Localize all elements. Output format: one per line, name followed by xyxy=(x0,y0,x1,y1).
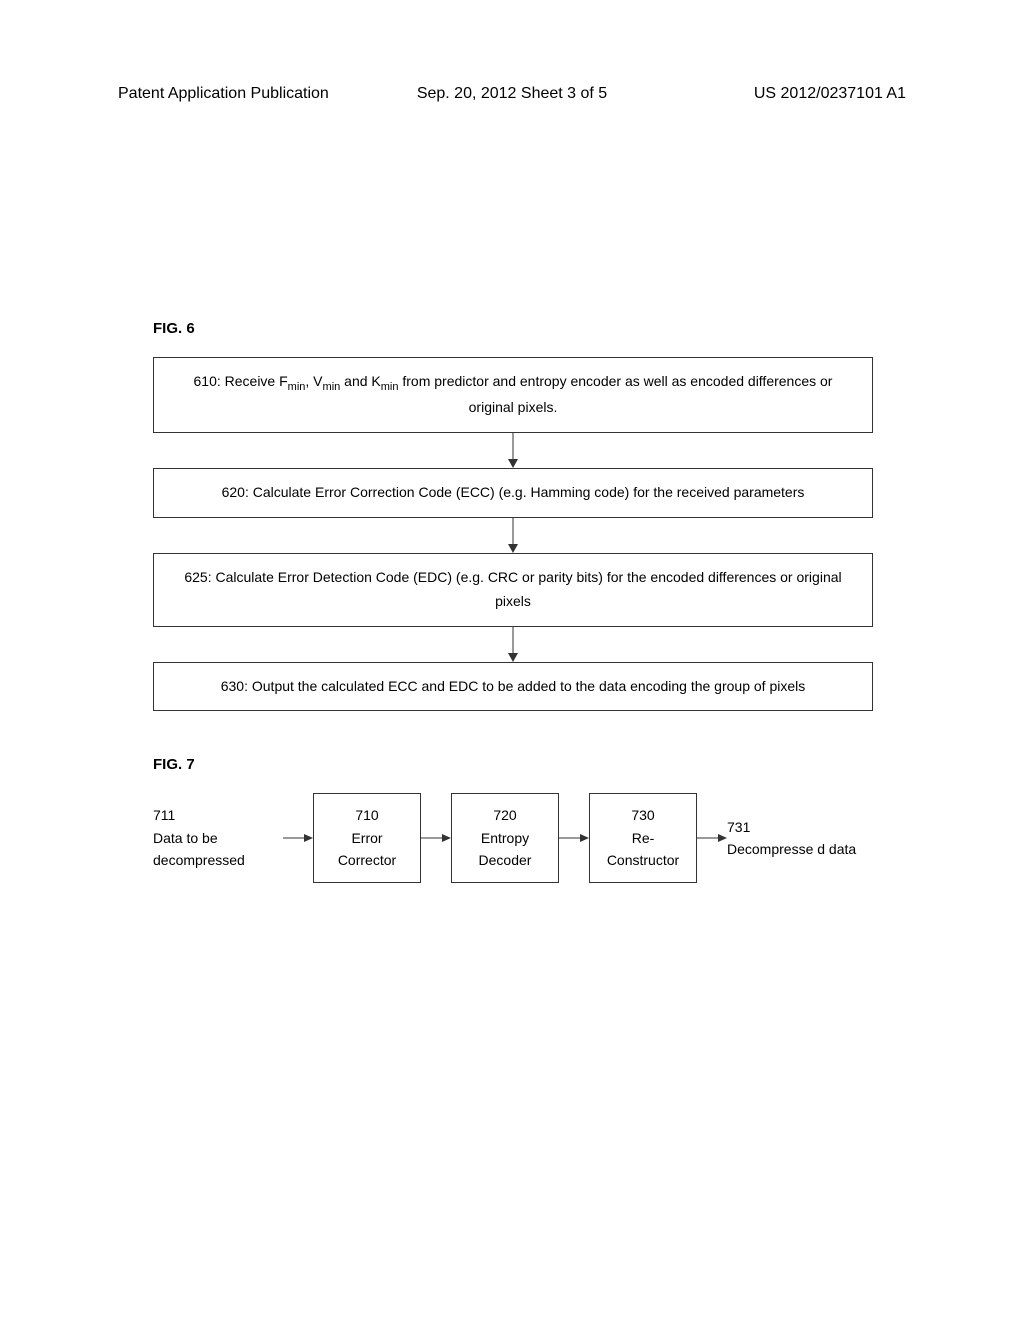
box720-num: 720 xyxy=(466,804,544,826)
output-text: Decompresse d data xyxy=(727,838,857,860)
output-num: 731 xyxy=(727,816,857,838)
arrow-710-720 xyxy=(421,832,451,844)
arrow-right-icon xyxy=(559,832,589,844)
input-num: 711 xyxy=(153,804,283,826)
box-710: 710 Error Corrector xyxy=(313,793,421,882)
box730-num: 730 xyxy=(604,804,682,826)
fig7-diagram: 711 Data to be decompressed 710 Error Co… xyxy=(153,793,873,882)
arrow-right-icon xyxy=(421,832,451,844)
header-right: US 2012/0237101 A1 xyxy=(754,85,906,103)
arrow-620-625 xyxy=(153,518,873,553)
box710-num: 710 xyxy=(328,804,406,826)
box-720: 720 Entropy Decoder xyxy=(451,793,559,882)
arrow-610-620 xyxy=(153,433,873,468)
box610-text: 610: Receive Fmin, Vmin and Kmin from pr… xyxy=(194,373,833,415)
fig7-input-label: 711 Data to be decompressed xyxy=(153,804,283,871)
arrow-730-output xyxy=(697,832,727,844)
box730-text: Re-Constructor xyxy=(604,827,682,872)
fig7-container: FIG. 7 711 Data to be decompressed 710 E… xyxy=(153,756,873,882)
box-620: 620: Calculate Error Correction Code (EC… xyxy=(153,468,873,518)
box710-text: Error Corrector xyxy=(328,827,406,872)
page-header: Patent Application Publication Sep. 20, … xyxy=(0,85,1024,103)
content-area: FIG. 6 610: Receive Fmin, Vmin and Kmin … xyxy=(153,320,873,883)
header-center: Sep. 20, 2012 Sheet 3 of 5 xyxy=(417,85,607,103)
fig7-output-label: 731 Decompresse d data xyxy=(727,816,857,861)
arrow-down-icon xyxy=(503,518,523,553)
arrow-input-710 xyxy=(283,832,313,844)
arrow-down-icon xyxy=(503,627,523,662)
arrow-625-630 xyxy=(153,627,873,662)
arrow-down-icon xyxy=(503,433,523,468)
box720-text: Entropy Decoder xyxy=(466,827,544,872)
input-text: Data to be decompressed xyxy=(153,827,283,872)
box-610: 610: Receive Fmin, Vmin and Kmin from pr… xyxy=(153,357,873,433)
arrow-720-730 xyxy=(559,832,589,844)
arrow-right-icon xyxy=(697,832,727,844)
fig6-label: FIG. 6 xyxy=(153,320,873,337)
arrow-right-icon xyxy=(283,832,313,844)
box-630: 630: Output the calculated ECC and EDC t… xyxy=(153,662,873,712)
header-left: Patent Application Publication xyxy=(118,85,329,103)
fig7-label: FIG. 7 xyxy=(153,756,873,773)
box-730: 730 Re-Constructor xyxy=(589,793,697,882)
box-625: 625: Calculate Error Detection Code (EDC… xyxy=(153,553,873,627)
